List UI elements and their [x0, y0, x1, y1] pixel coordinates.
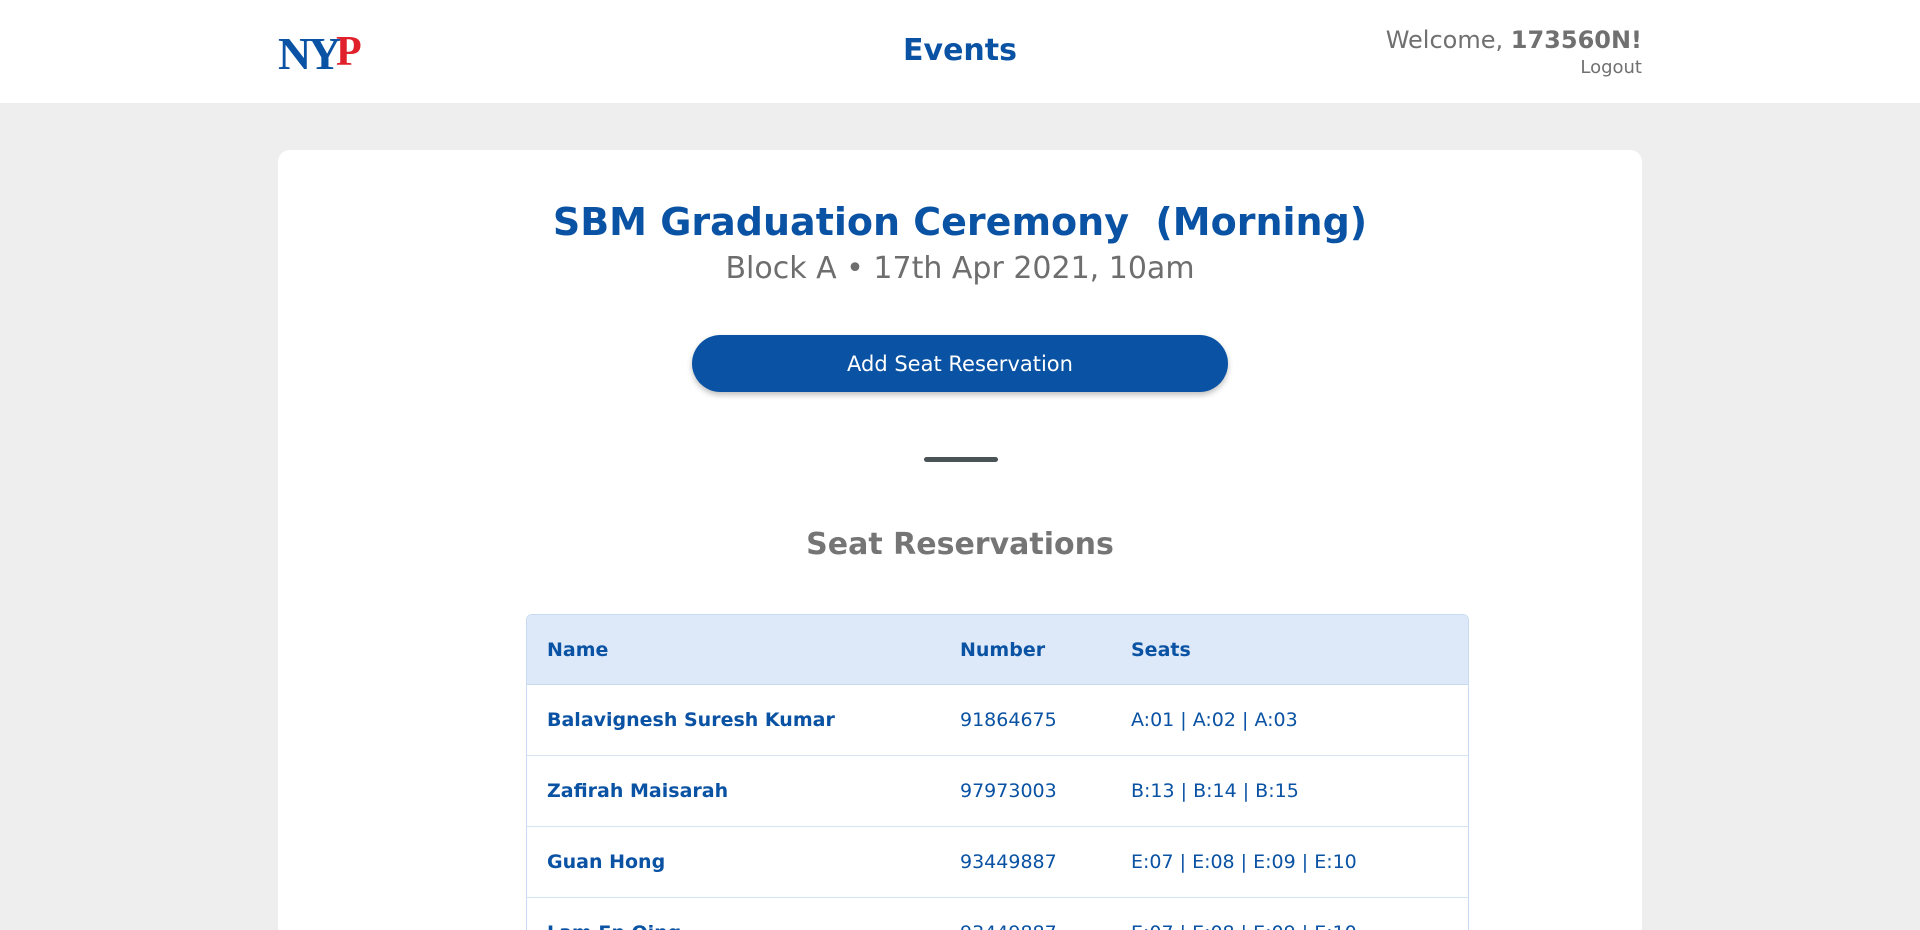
- row-seats: E:07 | E:08 | E:09 | E:10: [1131, 922, 1357, 930]
- column-header-number[interactable]: Number: [960, 639, 1045, 661]
- section-divider: [924, 457, 998, 462]
- row-name: Balavignesh Suresh Kumar: [547, 709, 835, 731]
- row-seats: A:01 | A:02 | A:03: [1131, 709, 1298, 731]
- table-header: Name Number Seats: [527, 615, 1468, 685]
- column-header-seats[interactable]: Seats: [1131, 639, 1191, 661]
- row-number: 97973003: [960, 780, 1057, 802]
- table-row[interactable]: Zafirah Maisarah 97973003 B:13 | B:14 | …: [527, 756, 1468, 827]
- row-number: 93449887: [960, 922, 1057, 930]
- event-subtitle: Block A • 17th Apr 2021, 10am: [725, 251, 1195, 286]
- row-name: Guan Hong: [547, 851, 666, 873]
- username: 173560N!: [1510, 26, 1642, 54]
- row-number: 91864675: [960, 709, 1057, 731]
- row-number: 93449887: [960, 851, 1057, 873]
- welcome-prefix: Welcome,: [1385, 26, 1511, 54]
- logout-link[interactable]: Logout: [1580, 57, 1642, 78]
- add-seat-reservation-button[interactable]: Add Seat Reservation: [692, 335, 1228, 392]
- top-header: N Y P Events Welcome, 173560N! Logout: [0, 0, 1920, 103]
- table-row[interactable]: Lam En Qing 93449887 E:07 | E:08 | E:09 …: [527, 898, 1468, 930]
- event-title: SBM Graduation Ceremony (Morning): [552, 200, 1368, 244]
- table-row[interactable]: Balavignesh Suresh Kumar 91864675 A:01 |…: [527, 685, 1468, 756]
- reservations-table: Name Number Seats Balavignesh Suresh Kum…: [526, 614, 1469, 930]
- seat-reservations-title: Seat Reservations: [806, 527, 1114, 562]
- row-name: Zafirah Maisarah: [547, 780, 729, 802]
- welcome-message: Welcome, 173560N!: [1386, 26, 1642, 54]
- column-header-name[interactable]: Name: [547, 639, 608, 661]
- row-seats: B:13 | B:14 | B:15: [1131, 780, 1299, 802]
- table-row[interactable]: Guan Hong 93449887 E:07 | E:08 | E:09 | …: [527, 827, 1468, 898]
- event-card: SBM Graduation Ceremony (Morning) Block …: [278, 150, 1642, 930]
- row-name: Lam En Qing: [547, 922, 681, 930]
- row-seats: E:07 | E:08 | E:09 | E:10: [1131, 851, 1357, 873]
